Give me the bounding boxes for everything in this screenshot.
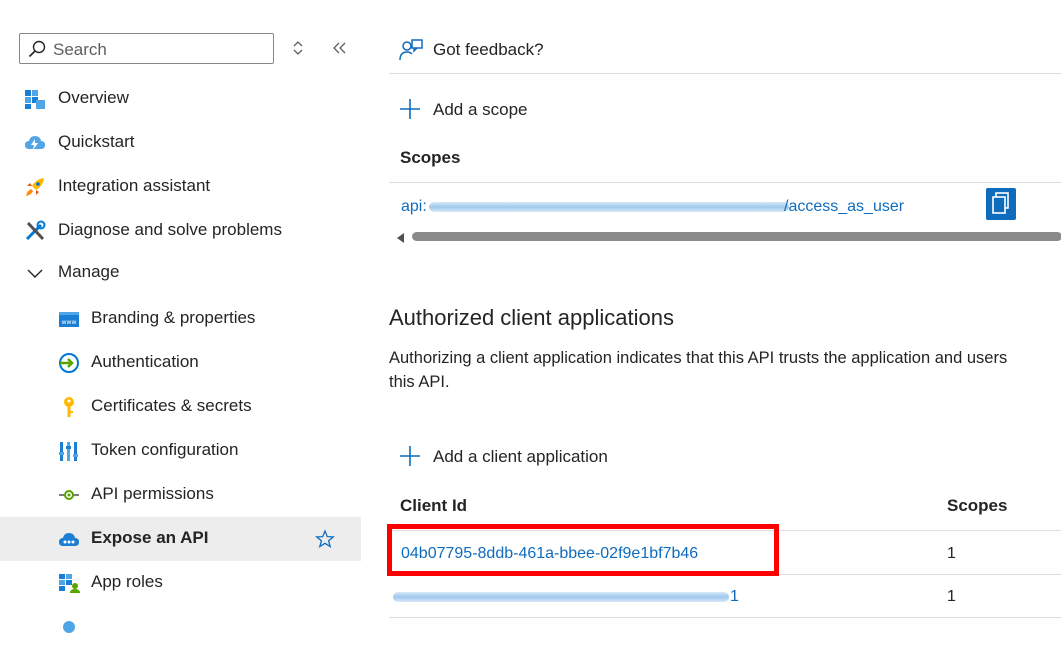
- app-roles-icon: [58, 572, 80, 594]
- search-input[interactable]: Search: [19, 33, 274, 64]
- feedback-label: Got feedback?: [433, 40, 544, 59]
- client-scopes-count: 1: [947, 588, 956, 605]
- sidebar-item-certificates[interactable]: Certificates & secrets: [0, 385, 361, 429]
- sidebar-item-api-permissions[interactable]: API permissions: [0, 473, 361, 517]
- sidebar-item-branding[interactable]: www Branding & properties: [0, 297, 361, 341]
- sidebar-item-quickstart[interactable]: Quickstart: [0, 121, 361, 165]
- api-permissions-icon: [58, 484, 80, 506]
- cloud-partial-icon: [58, 616, 80, 638]
- token-bars-icon: [58, 440, 80, 462]
- divider: [389, 182, 1061, 183]
- grid-cube-icon: [24, 88, 46, 110]
- add-client-application-label: Add a client application: [433, 447, 608, 466]
- key-icon: [58, 396, 80, 418]
- sidebar-item-overview[interactable]: Overview: [0, 77, 361, 121]
- section-description: Authorizing a client application indicat…: [389, 346, 1061, 394]
- cloud-api-icon: [58, 528, 80, 550]
- scrollbar-thumb[interactable]: [412, 232, 1061, 241]
- plus-icon: [399, 98, 421, 125]
- auth-arrow-icon: [58, 352, 80, 374]
- divider: [389, 617, 1061, 618]
- search-icon: [28, 40, 46, 63]
- sidebar-item-diagnose[interactable]: Diagnose and solve problems: [0, 209, 361, 253]
- scope-link-suffix[interactable]: /access_as_user: [784, 198, 904, 216]
- sidebar-item-integration-assistant[interactable]: Integration assistant: [0, 165, 361, 209]
- chevron-down-icon: [24, 262, 46, 284]
- sidebar-item-label: Overview: [58, 88, 129, 107]
- sidebar-item-label: API permissions: [91, 484, 214, 503]
- favorite-star-icon[interactable]: [314, 529, 336, 554]
- scopes-column-header: Scopes: [947, 496, 1008, 515]
- sidebar-item-label: Branding & properties: [91, 308, 256, 327]
- sidebar-item-token-configuration[interactable]: Token configuration: [0, 429, 361, 473]
- cloud-lightning-icon: [24, 132, 46, 154]
- scopes-header: Scopes: [400, 148, 461, 167]
- add-scope-label: Add a scope: [433, 100, 528, 119]
- sidebar-item-label: Authentication: [91, 352, 199, 371]
- sidebar-group-manage[interactable]: Manage: [0, 251, 361, 295]
- sidebar-item-label: Manage: [58, 262, 120, 281]
- sidebar: Search Overview Quickstart Integration a…: [0, 0, 361, 633]
- feedback-person-icon: [399, 38, 423, 67]
- sidebar-item-label: Diagnose and solve problems: [58, 220, 282, 239]
- sidebar-item-label: App roles: [91, 572, 163, 591]
- copy-icon[interactable]: [986, 188, 1016, 225]
- client-id-header: Client Id: [400, 496, 468, 515]
- tools-icon: [24, 220, 46, 242]
- collapse-sidebar-icon[interactable]: [331, 38, 351, 58]
- scroll-left-icon[interactable]: [395, 231, 405, 249]
- client-id-link[interactable]: 1: [730, 588, 739, 606]
- main-content: Got feedback? Add a scope Scopes api: /a…: [387, 0, 1061, 622]
- plus-icon: [399, 445, 421, 472]
- rocket-icon: [24, 176, 46, 198]
- sidebar-item-expose-an-api[interactable]: Expose an API: [0, 517, 361, 561]
- sidebar-item-label: Quickstart: [58, 132, 135, 151]
- scope-link-prefix[interactable]: api:: [401, 198, 427, 216]
- horizontal-scrollbar[interactable]: [389, 230, 1061, 243]
- sidebar-item-app-roles[interactable]: App roles: [0, 561, 361, 605]
- divider: [389, 73, 1061, 74]
- highlight-box: [387, 524, 779, 576]
- www-icon: www: [58, 308, 80, 330]
- section-title: Authorized client applications: [389, 305, 674, 330]
- description-line: this API.: [389, 373, 450, 391]
- sidebar-item-label: Token configuration: [91, 440, 239, 459]
- sidebar-item-authentication[interactable]: Authentication: [0, 341, 361, 385]
- svg-text:www: www: [62, 319, 77, 326]
- search-placeholder: Search: [53, 40, 107, 59]
- sidebar-item-cutoff[interactable]: [0, 605, 361, 649]
- sidebar-item-label: Expose an API: [91, 528, 209, 547]
- sidebar-item-label: Certificates & secrets: [91, 396, 252, 415]
- redacted-client-id: [393, 592, 729, 602]
- client-scopes-count: 1: [947, 545, 956, 562]
- description-line: Authorizing a client application indicat…: [389, 349, 1008, 367]
- sidebar-item-label: Integration assistant: [58, 176, 211, 195]
- redacted-app-id: [429, 202, 789, 212]
- sort-icon[interactable]: [290, 38, 310, 58]
